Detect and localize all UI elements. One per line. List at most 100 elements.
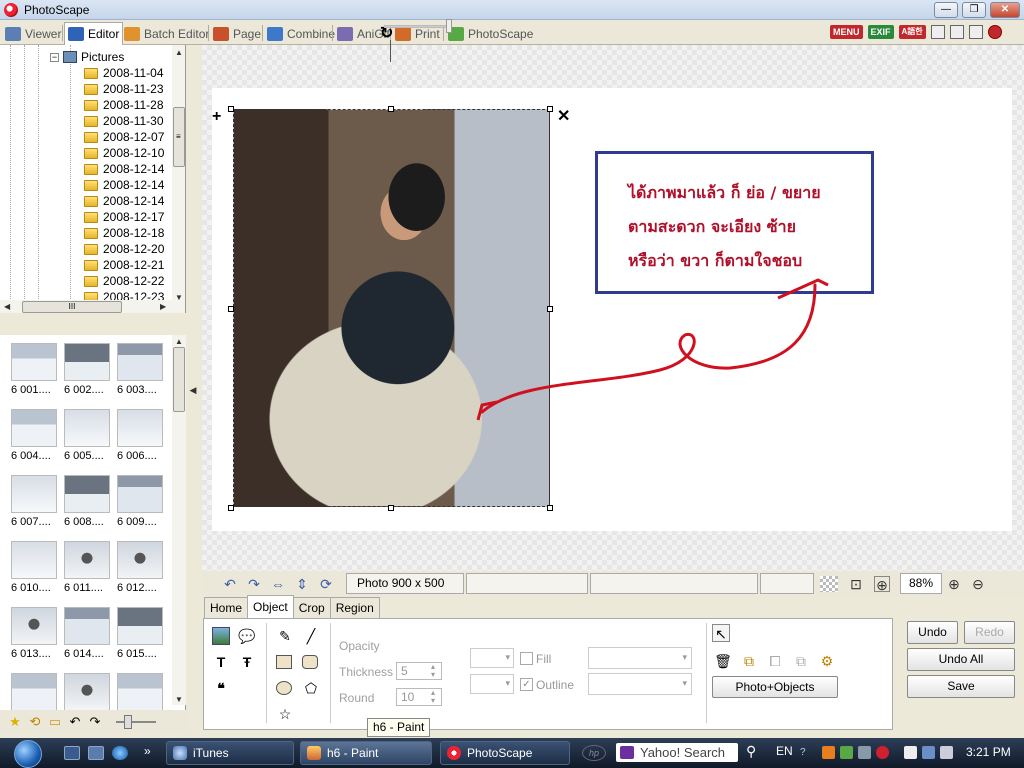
- resize-handle[interactable]: [388, 505, 394, 511]
- opacity-slider-thumb[interactable]: [446, 19, 452, 33]
- resize-handle[interactable]: [228, 505, 234, 511]
- move-cross-icon[interactable]: +: [212, 108, 221, 126]
- tree-folder-item[interactable]: 2008-11-23: [84, 81, 164, 97]
- internet-explorer-icon[interactable]: [112, 746, 128, 760]
- window-mode-icon[interactable]: [949, 25, 964, 39]
- tab-crop[interactable]: Crop: [292, 597, 331, 618]
- tab-combine[interactable]: Combine: [264, 24, 338, 44]
- zoom-out-icon[interactable]: ⊖: [970, 576, 986, 592]
- thumbnail-item[interactable]: 6 003....: [117, 343, 167, 396]
- tree-folder-item[interactable]: 2008-11-28: [84, 97, 164, 113]
- power-icon[interactable]: [904, 746, 917, 759]
- ellipse-icon[interactable]: [276, 681, 292, 695]
- tree-folder-item[interactable]: 2008-12-20: [84, 241, 164, 257]
- tab-editor[interactable]: Editor: [64, 22, 124, 45]
- undo-all-button[interactable]: Undo All: [907, 648, 1015, 671]
- thumbnail-item[interactable]: [64, 673, 114, 710]
- tree-horizontal-scrollbar[interactable]: ◀ III ▶: [0, 300, 185, 313]
- show-desktop-icon[interactable]: [64, 746, 80, 760]
- tab-home[interactable]: Home: [204, 597, 249, 618]
- tree-folder-item[interactable]: 2008-11-30: [84, 113, 164, 129]
- tray-app-icon[interactable]: [822, 746, 835, 759]
- thumbnail-size-slider[interactable]: [116, 715, 156, 729]
- resize-handle[interactable]: [547, 106, 553, 112]
- photo-objects-button[interactable]: Photo+Objects: [712, 676, 838, 698]
- fill-color-dropdown[interactable]: [588, 647, 692, 669]
- search-icon[interactable]: ⚲: [746, 743, 756, 760]
- minimize-button[interactable]: —: [934, 2, 958, 18]
- scroll-thumb[interactable]: III: [22, 301, 122, 313]
- volume-icon[interactable]: [940, 746, 953, 759]
- task-itunes[interactable]: iTunes: [166, 741, 294, 765]
- thumbnail-item[interactable]: 6 002....: [64, 343, 114, 396]
- panel-collapse-arrow[interactable]: ◀: [188, 340, 198, 440]
- task-paint[interactable]: h6 - Paint: [300, 741, 432, 765]
- select-pointer-icon[interactable]: ↖: [712, 624, 730, 642]
- thumbnail-item[interactable]: 6 008....: [64, 475, 114, 528]
- transparency-icon[interactable]: [820, 576, 838, 592]
- thumbnail-item[interactable]: 6 005....: [64, 409, 114, 462]
- thumbnail-item[interactable]: 6 015....: [117, 607, 167, 660]
- more-quicklaunch-icon[interactable]: »: [144, 744, 151, 758]
- tree-node-pictures[interactable]: − Pictures: [50, 50, 124, 64]
- arrow-style-dropdown[interactable]: [470, 674, 514, 694]
- maximize-button[interactable]: ❐: [962, 2, 986, 18]
- tree-folder-item[interactable]: 2008-11-04: [84, 65, 164, 81]
- delete-object-icon[interactable]: 🗑: [714, 652, 732, 670]
- scroll-thumb[interactable]: ≡: [173, 107, 185, 167]
- object-properties-icon[interactable]: ⚙: [818, 652, 836, 670]
- opacity-slider-track[interactable]: [384, 25, 450, 28]
- brush-icon[interactable]: ✎: [276, 627, 294, 645]
- rounded-rectangle-icon[interactable]: [302, 655, 318, 669]
- tab-photoscape[interactable]: PhotoScape: [445, 24, 536, 44]
- thumbnail-item[interactable]: 6 013....: [11, 607, 61, 660]
- screen-capture-icon[interactable]: [930, 25, 945, 39]
- tab-region[interactable]: Region: [329, 597, 380, 618]
- flip-vertical-icon[interactable]: ⇕: [294, 576, 310, 592]
- language-button[interactable]: A語한: [898, 25, 926, 39]
- switch-windows-icon[interactable]: [88, 746, 104, 760]
- fill-checkbox[interactable]: [520, 652, 533, 665]
- copy-object-icon[interactable]: ⧉: [740, 652, 758, 670]
- resize-handle[interactable]: [547, 505, 553, 511]
- yahoo-search-box[interactable]: Yahoo! Search: [616, 743, 738, 762]
- refresh-icon[interactable]: ⟲: [28, 715, 42, 729]
- line-style-dropdown[interactable]: [470, 648, 514, 668]
- thai-annotation-box[interactable]: ได้ภาพมาแล้ว ก็ ย่อ / ขยาย ตามสะดวก จะเอ…: [595, 151, 874, 294]
- zoom-in-icon[interactable]: ⊕: [946, 576, 962, 592]
- save-button[interactable]: Save: [907, 675, 1015, 698]
- help-icon[interactable]: [987, 25, 1002, 39]
- tree-folder-item[interactable]: 2008-12-07: [84, 129, 164, 145]
- tray-drive-icon[interactable]: [858, 746, 871, 759]
- thumbnail-item[interactable]: [11, 673, 61, 710]
- delete-object-icon[interactable]: ✕: [557, 106, 570, 126]
- thumbnail-item[interactable]: 6 007....: [11, 475, 61, 528]
- open-folder-icon[interactable]: ▭: [48, 715, 62, 729]
- resize-handle[interactable]: [228, 306, 234, 312]
- redo-button[interactable]: Redo: [964, 621, 1015, 644]
- collapse-icon[interactable]: −: [50, 52, 59, 62]
- back-arrow-icon[interactable]: ↶: [68, 715, 82, 729]
- exif-button[interactable]: EXIF: [867, 25, 894, 39]
- language-indicator[interactable]: EN: [776, 744, 793, 758]
- tree-folder-item[interactable]: 2008-12-14: [84, 193, 164, 209]
- tray-messenger-icon[interactable]: [840, 746, 853, 759]
- undo-button[interactable]: Undo: [907, 621, 958, 644]
- rotate-left-icon[interactable]: ↶: [222, 576, 238, 592]
- tab-page[interactable]: Page: [210, 24, 264, 44]
- thumbnail-item[interactable]: 6 014....: [64, 607, 114, 660]
- thumbnail-item[interactable]: 6 011....: [64, 541, 114, 594]
- thumbnail-item[interactable]: 6 001....: [11, 343, 61, 396]
- resize-handle[interactable]: [228, 106, 234, 112]
- forward-arrow-icon[interactable]: ↷: [88, 715, 102, 729]
- tree-folder-item[interactable]: 2008-12-10: [84, 145, 164, 161]
- language-help-icon[interactable]: ?: [800, 747, 806, 758]
- round-spinner[interactable]: 10: [396, 688, 442, 706]
- outline-checkbox[interactable]: ✓: [520, 678, 533, 691]
- thumbnail-item[interactable]: [117, 673, 167, 710]
- photo-woman-in-chair[interactable]: [233, 109, 550, 507]
- line-icon[interactable]: ╱: [302, 627, 320, 645]
- rotate-right-icon[interactable]: ↷: [246, 576, 262, 592]
- tab-batch-editor[interactable]: Batch Editor: [121, 24, 212, 44]
- tab-object[interactable]: Object: [247, 595, 294, 618]
